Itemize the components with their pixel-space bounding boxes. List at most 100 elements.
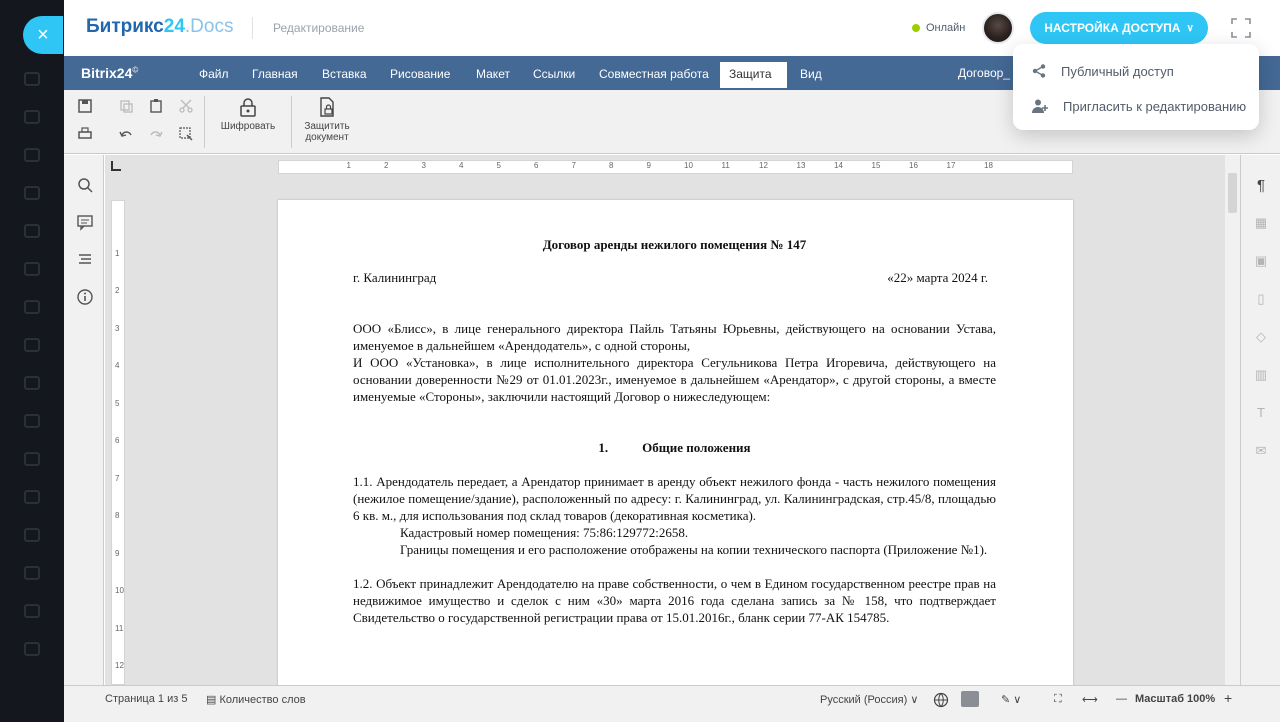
tab-protection[interactable]: Защита	[720, 62, 787, 88]
sidebar-ghost-icon	[24, 642, 40, 656]
document-body[interactable]: Договор аренды нежилого помещения № 147 …	[353, 236, 996, 626]
tab-layout[interactable]: Макет	[467, 64, 519, 90]
ruler-tick-label: 12	[759, 161, 768, 170]
horizontal-ruler[interactable]: 1 2 3 4 5 6 7 8 9 10 11 12 13 14 15 16 17 18	[278, 160, 1073, 174]
ruler-tick-label: 14	[834, 161, 843, 170]
encrypt-button[interactable]: Шифровать	[212, 96, 284, 132]
tab-view[interactable]: Вид	[791, 64, 831, 90]
fit-page-icon[interactable]: ⛶	[1054, 693, 1062, 706]
sidebar-ghost-icon	[24, 490, 40, 504]
document-name[interactable]: Договор_	[958, 66, 1010, 80]
vertical-scrollbar[interactable]	[1225, 155, 1240, 685]
close-button[interactable]: ×	[23, 16, 63, 54]
navigation-icon[interactable]	[76, 250, 94, 268]
header-divider	[252, 17, 253, 39]
ruler-tick-label: 6	[115, 436, 120, 445]
mode-label: Редактирование	[273, 21, 365, 35]
share-icon	[1032, 64, 1046, 78]
sidebar-ghost-icon	[24, 300, 40, 314]
vertical-ruler[interactable]: 1 2 3 4 5 6 7 8 9 10 11 12	[111, 200, 125, 685]
fullscreen-icon[interactable]	[1230, 17, 1252, 39]
tab-references[interactable]: Ссылки	[524, 64, 584, 90]
tab-insert[interactable]: Вставка	[313, 64, 376, 90]
ruler-tick-label: 12	[115, 661, 124, 670]
info-icon[interactable]	[76, 288, 94, 306]
page-counter[interactable]: Страница 1 из 5	[105, 693, 187, 705]
image-settings-icon[interactable]: ▣	[1253, 253, 1269, 269]
ruler-tick-label: 5	[115, 398, 120, 408]
ruler-tick-label: 17	[946, 161, 956, 170]
ruler-tick-label: 7	[571, 161, 576, 170]
online-label: Онлайн	[926, 22, 966, 34]
header-footer-icon[interactable]: ▯	[1253, 291, 1269, 307]
toolbar-divider	[291, 96, 292, 148]
sidebar-ghost-icon	[24, 110, 40, 124]
select-all-icon[interactable]	[178, 126, 194, 142]
tab-collaboration[interactable]: Совместная работа	[590, 64, 718, 90]
zoom-level: Масштаб 100%	[1135, 693, 1216, 705]
invite-editing-item[interactable]: Пригласить к редактированию	[1013, 90, 1259, 122]
sidebar-ghost-icon	[24, 186, 40, 200]
ruler-tick-label: 9	[646, 161, 651, 170]
app-logo[interactable]: Битрикс24.Docs	[86, 16, 233, 38]
ruler-tick-label: 11	[721, 161, 730, 170]
save-icon[interactable]	[77, 98, 93, 114]
redo-icon[interactable]	[148, 126, 164, 142]
ruler-tick-label: 4	[459, 161, 464, 170]
ruler-tick-label: 3	[421, 161, 426, 170]
tab-file[interactable]: Файл	[190, 64, 238, 90]
ruler-tick-label: 9	[115, 548, 120, 558]
clause-1-2: 1.2. Объект принадлежит Арендодателю на …	[353, 576, 996, 625]
access-settings-button[interactable]: НАСТРОЙКА ДОСТУПА ∨	[1030, 12, 1208, 44]
tab-home[interactable]: Главная	[243, 64, 307, 90]
add-user-icon	[1032, 99, 1048, 113]
undo-icon[interactable]	[118, 126, 134, 142]
public-access-item[interactable]: Публичный доступ	[1013, 55, 1259, 87]
track-changes-icon[interactable]: ✎ ∨	[1001, 693, 1021, 706]
print-icon[interactable]	[77, 126, 93, 142]
section-heading: 1. Общие положения	[353, 439, 996, 456]
ruler-tick-label: 13	[796, 161, 806, 170]
tab-stop-selector[interactable]	[111, 161, 121, 171]
fit-width-icon[interactable]: ⟷	[1082, 693, 1098, 706]
lock-icon	[240, 98, 256, 117]
boundaries-text: Границы помещения и его расположение ото…	[400, 542, 988, 557]
paragraph-settings-icon[interactable]: ¶	[1253, 177, 1269, 194]
tab-draw[interactable]: Рисование	[381, 64, 459, 90]
comments-icon[interactable]	[76, 213, 94, 231]
document-title: Договор аренды нежилого помещения № 147	[542, 237, 807, 252]
logo-number: 24	[163, 16, 185, 37]
scroll-thumb[interactable]	[1228, 173, 1237, 213]
zoom-in-button[interactable]: +	[1224, 690, 1232, 706]
document-page[interactable]: Договор аренды нежилого помещения № 147 …	[278, 200, 1073, 700]
language-selector[interactable]: Русский (Россия) ∨	[820, 693, 918, 706]
status-bar: Страница 1 из 5 ▤ Количество слов Русски…	[64, 685, 1280, 722]
avatar[interactable]	[982, 12, 1014, 44]
copy-icon[interactable]	[118, 98, 134, 114]
zoom-out-button[interactable]: —	[1116, 693, 1127, 705]
section-title: Общие положения	[642, 440, 751, 455]
mail-merge-icon[interactable]: ✉	[1253, 443, 1269, 459]
table-settings-icon[interactable]: ▦	[1253, 215, 1269, 231]
sidebar-ghost-icon	[24, 566, 40, 580]
protect-document-button[interactable]: Защитить документ	[296, 96, 358, 143]
spellcheck-icon[interactable]	[961, 691, 979, 707]
chevron-down-icon: ∨	[1186, 22, 1194, 34]
sidebar-ghost-icon	[24, 376, 40, 390]
ruler-tick-label: 2	[115, 286, 120, 295]
city-date-line: г. Калининград «22» марта 2024 г.	[353, 269, 996, 286]
document-workspace: 1 2 3 4 5 6 7 8 9 10 11 12 13 14 15 16 17 18 1 2 3 4 5 6 7 8 9 10 1…	[105, 155, 1225, 700]
paste-icon[interactable]	[148, 98, 164, 114]
paragraph-lessor: ООО «Блисс», в лице генерального директо…	[353, 321, 996, 353]
chart-settings-icon[interactable]: ▥	[1253, 367, 1269, 383]
globe-icon[interactable]	[933, 692, 949, 708]
protected-document-icon	[320, 97, 334, 117]
textart-settings-icon[interactable]: T	[1253, 405, 1269, 421]
word-count-icon: ▤	[206, 694, 220, 706]
search-icon[interactable]	[76, 176, 94, 194]
access-dropdown: Публичный доступ Пригласить к редактиров…	[1013, 44, 1259, 130]
ruler-tick-label: 3	[115, 323, 120, 333]
shape-settings-icon[interactable]: ◇	[1253, 329, 1269, 345]
word-count-button[interactable]: ▤ Количество слов	[206, 693, 306, 706]
cut-icon[interactable]	[178, 98, 194, 114]
